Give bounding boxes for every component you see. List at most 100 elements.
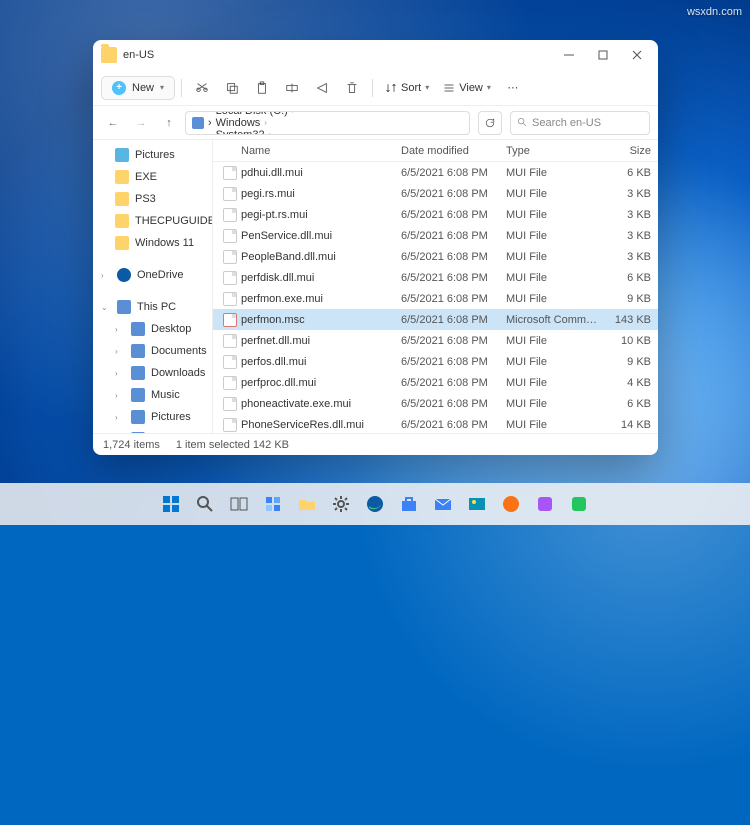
folder-icon (101, 47, 117, 63)
file-row[interactable]: perfos.dll.mui 6/5/2021 6:08 PM MUI File… (213, 351, 658, 372)
file-icon (223, 187, 237, 201)
file-row[interactable]: PeopleBand.dll.mui 6/5/2021 6:08 PM MUI … (213, 246, 658, 267)
file-icon (223, 376, 237, 390)
search-icon (517, 117, 528, 128)
address-bar[interactable]: › This PC›Local Disk (C:)›Windows›System… (185, 111, 470, 135)
search-taskbar-icon[interactable] (191, 490, 219, 518)
sidebar-item[interactable]: PS3 (93, 188, 212, 210)
file-row[interactable]: perfmon.msc 6/5/2021 6:08 PM Microsoft C… (213, 309, 658, 330)
settings-taskbar-icon[interactable] (327, 490, 355, 518)
sidebar-item-onedrive[interactable]: ›OneDrive (93, 264, 212, 286)
maximize-button[interactable] (586, 41, 620, 69)
new-button[interactable]: + New ▾ (101, 76, 175, 100)
paste-button[interactable] (248, 74, 276, 102)
pc-icon (192, 117, 204, 129)
start-button[interactable] (157, 490, 185, 518)
pc-icon (131, 366, 145, 380)
chevron-down-icon: ▾ (487, 83, 491, 92)
share-button[interactable] (308, 74, 336, 102)
navigation-bar: ← → ↑ › This PC›Local Disk (C:)›Windows›… (93, 106, 658, 140)
col-type[interactable]: Type (506, 145, 601, 157)
file-icon (223, 250, 237, 264)
breadcrumb-segment[interactable]: System32› (216, 129, 295, 135)
file-icon (223, 229, 237, 243)
sidebar-item[interactable]: ›Pictures (93, 406, 212, 428)
file-row[interactable]: perfdisk.dll.mui 6/5/2021 6:08 PM MUI Fi… (213, 267, 658, 288)
more-button[interactable]: ⋯ (499, 74, 527, 102)
file-row[interactable]: pdhui.dll.mui 6/5/2021 6:08 PM MUI File … (213, 162, 658, 183)
file-row[interactable]: phoneactivate.exe.mui 6/5/2021 6:08 PM M… (213, 393, 658, 414)
sidebar-item[interactable]: ›Music (93, 384, 212, 406)
taskbar[interactable] (0, 483, 750, 525)
sidebar-item[interactable]: EXE (93, 166, 212, 188)
chevron-down-icon: ▾ (425, 83, 429, 92)
sidebar: PicturesEXEPS3THECPUGUIDEWindows 11 ›One… (93, 140, 213, 433)
folder-icon (115, 192, 129, 206)
minimize-button[interactable] (552, 41, 586, 69)
file-row[interactable]: perfnet.dll.mui 6/5/2021 6:08 PM MUI Fil… (213, 330, 658, 351)
close-button[interactable] (620, 41, 654, 69)
app-icon[interactable] (497, 490, 525, 518)
pc-icon (131, 344, 145, 358)
file-icon (223, 271, 237, 285)
forward-button[interactable]: → (129, 111, 153, 135)
store-icon[interactable] (395, 490, 423, 518)
sort-button[interactable]: Sort ▾ (379, 82, 435, 94)
search-input[interactable]: Search en-US (510, 111, 650, 135)
folder-icon (115, 236, 129, 250)
sidebar-item[interactable]: ›Documents (93, 340, 212, 362)
file-row[interactable]: pegi-pt.rs.mui 6/5/2021 6:08 PM MUI File… (213, 204, 658, 225)
file-icon (223, 166, 237, 180)
delete-button[interactable] (338, 74, 366, 102)
folder-icon (115, 214, 129, 228)
window-title: en-US (123, 49, 154, 61)
toolbar: + New ▾ Sort ▾ View ▾ ⋯ (93, 70, 658, 106)
app-icon-2[interactable] (531, 490, 559, 518)
chevron-down-icon: ▾ (160, 83, 164, 92)
explorer-taskbar-icon[interactable] (293, 490, 321, 518)
file-row[interactable]: PhoneServiceRes.dll.mui 6/5/2021 6:08 PM… (213, 414, 658, 433)
selection-info: 1 item selected 142 KB (176, 439, 289, 451)
column-headers[interactable]: Name Date modified Type Size (213, 140, 658, 162)
refresh-button[interactable] (478, 111, 502, 135)
watermark: wsxdn.com (687, 6, 742, 18)
sidebar-item[interactable]: THECPUGUIDE (93, 210, 212, 232)
file-icon (223, 418, 237, 432)
col-date[interactable]: Date modified (401, 145, 506, 157)
sidebar-item[interactable]: ›Downloads (93, 362, 212, 384)
edge-icon[interactable] (361, 490, 389, 518)
widgets-icon[interactable] (259, 490, 287, 518)
up-button[interactable]: ↑ (157, 111, 181, 135)
file-icon (223, 397, 237, 411)
breadcrumb-segment[interactable]: Windows› (216, 117, 295, 129)
pic-icon (115, 148, 129, 162)
file-row[interactable]: perfmon.exe.mui 6/5/2021 6:08 PM MUI Fil… (213, 288, 658, 309)
copy-button[interactable] (218, 74, 246, 102)
sidebar-item[interactable]: Pictures (93, 144, 212, 166)
file-icon (223, 355, 237, 369)
file-icon (223, 313, 237, 327)
plus-icon: + (112, 81, 126, 95)
app-icon-3[interactable] (565, 490, 593, 518)
cut-button[interactable] (188, 74, 216, 102)
view-button[interactable]: View ▾ (437, 82, 497, 94)
rename-button[interactable] (278, 74, 306, 102)
file-row[interactable]: pegi.rs.mui 6/5/2021 6:08 PM MUI File 3 … (213, 183, 658, 204)
mail-icon[interactable] (429, 490, 457, 518)
sidebar-item[interactable]: ›Desktop (93, 318, 212, 340)
col-size[interactable]: Size (601, 145, 651, 157)
photos-icon[interactable] (463, 490, 491, 518)
file-row[interactable]: PenService.dll.mui 6/5/2021 6:08 PM MUI … (213, 225, 658, 246)
titlebar[interactable]: en-US (93, 40, 658, 70)
folder-icon (115, 170, 129, 184)
pc-icon (131, 410, 145, 424)
task-view-icon[interactable] (225, 490, 253, 518)
file-icon (223, 208, 237, 222)
back-button[interactable]: ← (101, 111, 125, 135)
sidebar-item-thispc[interactable]: ⌄This PC (93, 296, 212, 318)
item-count: 1,724 items (103, 439, 160, 451)
col-name[interactable]: Name (241, 145, 401, 157)
sidebar-item[interactable]: Windows 11 (93, 232, 212, 254)
file-row[interactable]: perfproc.dll.mui 6/5/2021 6:08 PM MUI Fi… (213, 372, 658, 393)
pc-icon (131, 388, 145, 402)
